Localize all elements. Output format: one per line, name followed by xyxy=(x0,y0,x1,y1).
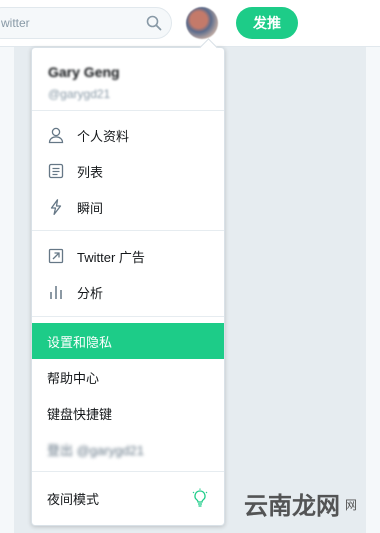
menu-item-help-center[interactable]: 帮助中心 xyxy=(32,359,224,395)
divider xyxy=(32,230,224,231)
menu-item-label: 瞬间 xyxy=(77,200,104,216)
tweet-button[interactable]: 发推 xyxy=(236,7,298,39)
account-dropdown-menu: Gary Geng @garygd21 个人资料 列表 瞬间 Twitter 广… xyxy=(31,38,225,526)
left-background xyxy=(0,47,14,533)
user-name[interactable]: Gary Geng xyxy=(48,64,120,80)
menu-item-label: 个人资料 xyxy=(77,128,130,144)
menu-item-lists[interactable]: 列表 xyxy=(32,153,224,189)
menu-item-analytics[interactable]: 分析 xyxy=(32,274,224,310)
divider xyxy=(32,110,224,111)
menu-item-logout[interactable]: 登出 @garygd21 xyxy=(32,431,224,467)
user-handle[interactable]: @garygd21 xyxy=(48,87,110,101)
menu-item-settings-privacy[interactable]: 设置和隐私 xyxy=(32,323,224,359)
avatar[interactable] xyxy=(186,7,218,39)
search-icon[interactable] xyxy=(145,14,163,32)
right-background xyxy=(366,47,380,533)
watermark: 云南龙网 xyxy=(244,491,340,520)
menu-item-label: 夜间模式 xyxy=(47,491,100,507)
divider xyxy=(32,316,224,317)
search-box[interactable]: witter xyxy=(0,7,172,39)
person-icon xyxy=(48,127,64,144)
search-input[interactable]: witter xyxy=(1,16,30,30)
menu-item-profile[interactable]: 个人资料 xyxy=(32,117,224,153)
divider xyxy=(32,471,224,472)
analytics-icon xyxy=(50,286,62,299)
lightbulb-icon[interactable] xyxy=(190,488,210,508)
menu-item-label: 分析 xyxy=(77,285,104,301)
external-link-icon xyxy=(48,248,64,264)
menu-item-moments[interactable]: 瞬间 xyxy=(32,189,224,225)
menu-item-night-mode[interactable]: 夜间模式 xyxy=(32,480,224,516)
watermark-suffix: 网 xyxy=(345,498,358,512)
menu-item-label: 列表 xyxy=(77,164,104,180)
menu-item-label: Twitter 广告 xyxy=(77,249,145,265)
list-icon xyxy=(48,163,64,179)
menu-item-twitter-ads[interactable]: Twitter 广告 xyxy=(32,238,224,274)
menu-item-keyboard-shortcuts[interactable]: 键盘快捷键 xyxy=(32,395,224,431)
menu-item-label: 登出 @garygd21 xyxy=(47,442,145,458)
top-navigation-bar: witter 发推 xyxy=(0,0,380,47)
lightning-icon xyxy=(50,199,62,216)
